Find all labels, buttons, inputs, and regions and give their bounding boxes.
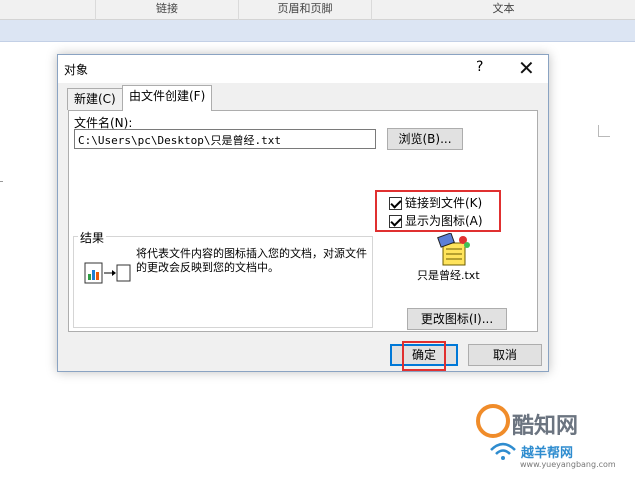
margin-corner-mark — [598, 125, 610, 137]
close-icon[interactable]: ✕ — [518, 56, 535, 80]
dialog-title: 对象 — [64, 63, 89, 77]
margin-tick — [0, 181, 3, 182]
change-icon-button[interactable]: 更改图标(I)... — [407, 308, 507, 330]
watermark-brand: 酷知网 — [512, 414, 579, 439]
notepad-file-icon — [437, 233, 470, 266]
tab-create-new[interactable]: 新建(C) — [67, 88, 123, 110]
watermark-url: www.yueyangbang.com — [520, 460, 616, 469]
object-dialog: 对象 ? ✕ 新建(C) 由文件创建(F) 文件名(N): C:\Users\p… — [57, 54, 549, 372]
tab-create-from-file[interactable]: 由文件创建(F) — [122, 85, 213, 111]
result-description: 将代表文件内容的图标插入您的文档，对源文件的更改会反映到您的文档中。 — [136, 247, 367, 274]
tab-panel: 文件名(N): C:\Users\pc\Desktop\只是曾经.txt 浏览(… — [68, 110, 538, 332]
watermark-site: 越羊帮网 — [521, 446, 574, 461]
result-group: 结果 将代表文件内容的图标插入您的文档，对源文件的更改会反映到您的文档中。 — [73, 229, 373, 328]
dialog-titlebar[interactable]: 对象 ? ✕ — [58, 55, 548, 83]
watermark-wifi-icon — [490, 442, 516, 460]
insert-icon-diagram — [84, 262, 131, 284]
browse-button[interactable]: 浏览(B)... — [387, 128, 463, 150]
watermark-logo-icon — [476, 404, 510, 438]
ribbon-group-header-footer[interactable]: 页眉和页脚 — [238, 0, 371, 20]
highlight-box-options — [375, 190, 501, 232]
highlight-box-ok — [402, 341, 446, 371]
result-legend: 结果 — [78, 229, 107, 246]
ribbon-group-links[interactable]: 链接 — [95, 0, 238, 20]
ribbon: 链接 页眉和页脚 文本 — [0, 0, 635, 20]
filename-input[interactable]: C:\Users\pc\Desktop\只是曾经.txt — [74, 129, 376, 149]
ribbon-collapsed-bar — [0, 20, 635, 42]
cancel-button[interactable]: 取消 — [468, 344, 542, 366]
ribbon-group-text[interactable]: 文本 — [371, 0, 635, 20]
help-button[interactable]: ? — [476, 59, 483, 75]
icon-caption: 只是曾经.txt — [417, 269, 480, 282]
